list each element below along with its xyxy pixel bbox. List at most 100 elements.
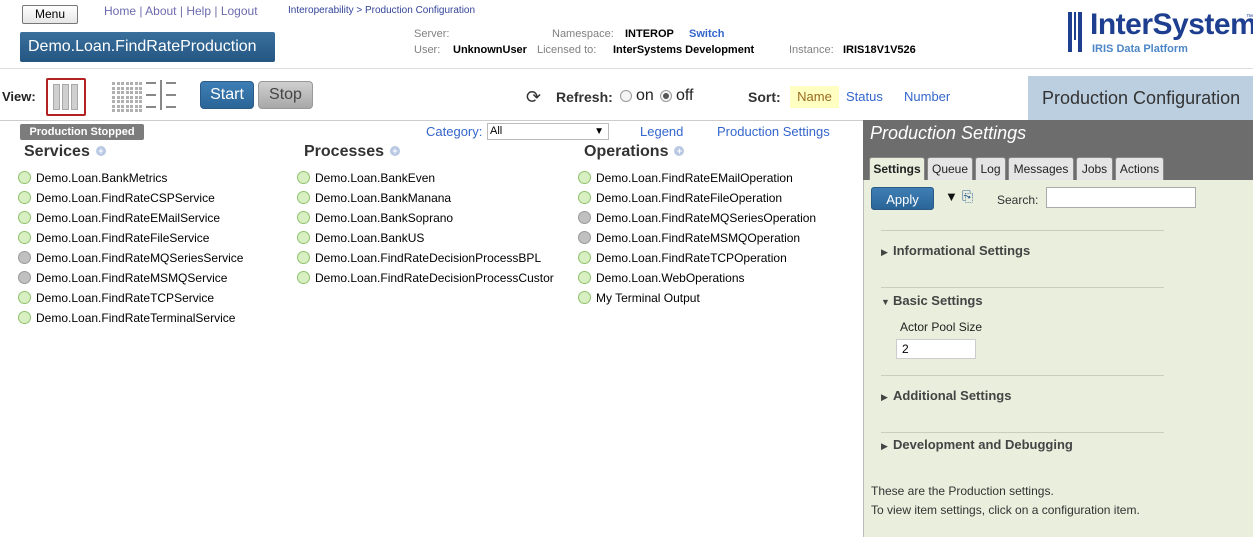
view-columns-button[interactable] (46, 78, 86, 116)
status-circle-icon (578, 211, 591, 224)
category-select[interactable]: All ▼ (487, 123, 609, 140)
process-item[interactable]: Demo.Loan.FindRateDecisionProcessBPL (297, 250, 541, 270)
grid-icon (139, 109, 142, 112)
actor-pool-input[interactable]: 2 (896, 339, 976, 359)
process-item[interactable]: Demo.Loan.BankManana (297, 190, 451, 210)
status-circle-icon (297, 231, 310, 244)
apply-button[interactable]: Apply (871, 187, 934, 210)
refresh-icon[interactable]: ⟳ (526, 87, 546, 107)
view-grid-button[interactable] (106, 78, 146, 116)
logo-trademark: ™ (1246, 14, 1253, 21)
service-item[interactable]: Demo.Loan.FindRateMSMQService (18, 270, 227, 290)
grid-icon (125, 82, 129, 85)
grid-icon (130, 91, 133, 94)
refresh-off-radio[interactable] (660, 90, 672, 102)
add-service-icon[interactable]: + (95, 146, 106, 156)
tab-settings[interactable]: Settings (869, 157, 925, 180)
service-item-label: Demo.Loan.FindRateMSMQService (36, 271, 228, 285)
status-badge: Production Stopped (20, 124, 144, 140)
namespace-value: INTEROP (625, 28, 674, 40)
sort-by-number[interactable]: Number (904, 89, 950, 104)
link-separator: | (139, 4, 143, 18)
section-informational[interactable]: ▶ Informational Settings (881, 243, 1030, 258)
panel-note: These are the Production settings. (871, 484, 1054, 498)
service-item[interactable]: Demo.Loan.FindRateMQSeriesService (18, 250, 243, 270)
grid-icon (112, 100, 115, 103)
refresh-on-radio[interactable] (620, 90, 632, 102)
tab-actions[interactable]: Actions (1115, 157, 1164, 180)
grid-icon (116, 109, 120, 112)
stop-button[interactable]: Stop (258, 81, 313, 109)
switch-link[interactable]: Switch (689, 28, 724, 40)
chevron-right-icon: ▶ (881, 247, 888, 257)
sort-by-status[interactable]: Status (846, 89, 883, 104)
licensed-value: InterSystems Development (613, 44, 755, 56)
service-item[interactable]: Demo.Loan.FindRateFileService (18, 230, 209, 250)
actor-pool-label: Actor Pool Size (900, 320, 983, 334)
section-development[interactable]: ▶ Development and Debugging (881, 437, 1073, 452)
service-item[interactable]: Demo.Loan.BankMetrics (18, 170, 167, 190)
service-item[interactable]: Demo.Loan.FindRateCSPService (18, 190, 215, 210)
section-basic[interactable]: ▼ Basic Settings (881, 293, 983, 308)
operation-item-label: Demo.Loan.FindRateTCPOperation (596, 251, 787, 265)
category-value: All (490, 125, 503, 137)
add-operation-icon[interactable]: + (674, 146, 685, 156)
process-item-label: Demo.Loan.BankManana (315, 191, 452, 205)
service-item[interactable]: Demo.Loan.FindRateTerminalService (18, 310, 235, 330)
section-additional[interactable]: ▶ Additional Settings (881, 388, 1011, 403)
operation-item[interactable]: Demo.Loan.FindRateMSMQOperation (578, 230, 800, 250)
header: Menu Home | About | Help | Logout Intero… (0, 0, 1253, 68)
grid-icon (121, 109, 124, 112)
sort-by-name[interactable]: Name (790, 86, 839, 108)
sort-label: Sort: (748, 89, 781, 105)
refresh-label: Refresh: (556, 89, 613, 105)
grid-icon (139, 82, 142, 85)
operation-item[interactable]: Demo.Loan.FindRateFileOperation (578, 190, 782, 210)
chevron-down-icon: ▼ (594, 126, 604, 137)
section-divider (881, 432, 1164, 433)
legend-link[interactable]: Legend (640, 124, 683, 139)
process-item-label: Demo.Loan.BankSoprano (315, 211, 454, 225)
triangle-down-icon[interactable]: ▼ (945, 189, 958, 204)
search-input[interactable] (1046, 187, 1196, 208)
operation-item[interactable]: Demo.Loan.FindRateMQSeriesOperation (578, 210, 816, 230)
tab-queue[interactable]: Queue (927, 157, 973, 180)
logout-link[interactable]: Logout (221, 4, 258, 18)
status-circle-icon (18, 311, 31, 324)
operation-item[interactable]: Demo.Loan.FindRateEMailOperation (578, 170, 793, 190)
process-item[interactable]: Demo.Loan.FindRateDecisionProcessCustor (297, 270, 554, 290)
operation-item[interactable]: Demo.Loan.FindRateTCPOperation (578, 250, 787, 270)
service-item[interactable]: Demo.Loan.FindRateEMailService (18, 210, 220, 230)
export-icon[interactable]: ⎘ (962, 188, 973, 205)
start-button[interactable]: Start (200, 81, 254, 109)
process-item[interactable]: Demo.Loan.BankSoprano (297, 210, 453, 230)
process-item[interactable]: Demo.Loan.BankEven (297, 170, 435, 190)
tab-log[interactable]: Log (975, 157, 1006, 180)
breadcrumb[interactable]: Interoperability > Production Configurat… (288, 5, 475, 16)
operation-item-label: Demo.Loan.FindRateFileOperation (596, 191, 783, 205)
view-split-button[interactable] (146, 78, 186, 116)
tab-messages[interactable]: Messages (1008, 157, 1074, 180)
add-process-icon[interactable]: + (390, 146, 401, 156)
production-settings-link[interactable]: Production Settings (717, 124, 830, 139)
grid-icon (134, 100, 138, 103)
grid-icon (130, 82, 133, 85)
section-basic-label: Basic Settings (893, 293, 983, 308)
grid-icon (116, 104, 120, 108)
help-link[interactable]: Help (186, 4, 211, 18)
home-link[interactable]: Home (104, 4, 136, 18)
menu-button[interactable]: Menu (22, 5, 78, 24)
tab-jobs[interactable]: Jobs (1076, 157, 1113, 180)
status-circle-icon (578, 191, 591, 204)
service-item-label: Demo.Loan.FindRateCSPService (36, 191, 215, 205)
service-item[interactable]: Demo.Loan.FindRateTCPService (18, 290, 214, 310)
grid-icon (139, 100, 142, 103)
about-link[interactable]: About (145, 4, 176, 18)
process-item-label: Demo.Loan.BankEven (315, 171, 436, 185)
refresh-on-label: on (636, 87, 654, 104)
operation-item[interactable]: Demo.Loan.WebOperations (578, 270, 745, 290)
process-item[interactable]: Demo.Loan.BankUS (297, 230, 424, 250)
status-circle-icon (297, 171, 310, 184)
operation-item[interactable]: My Terminal Output (578, 290, 700, 310)
operations-header-label: Operations (584, 143, 669, 160)
